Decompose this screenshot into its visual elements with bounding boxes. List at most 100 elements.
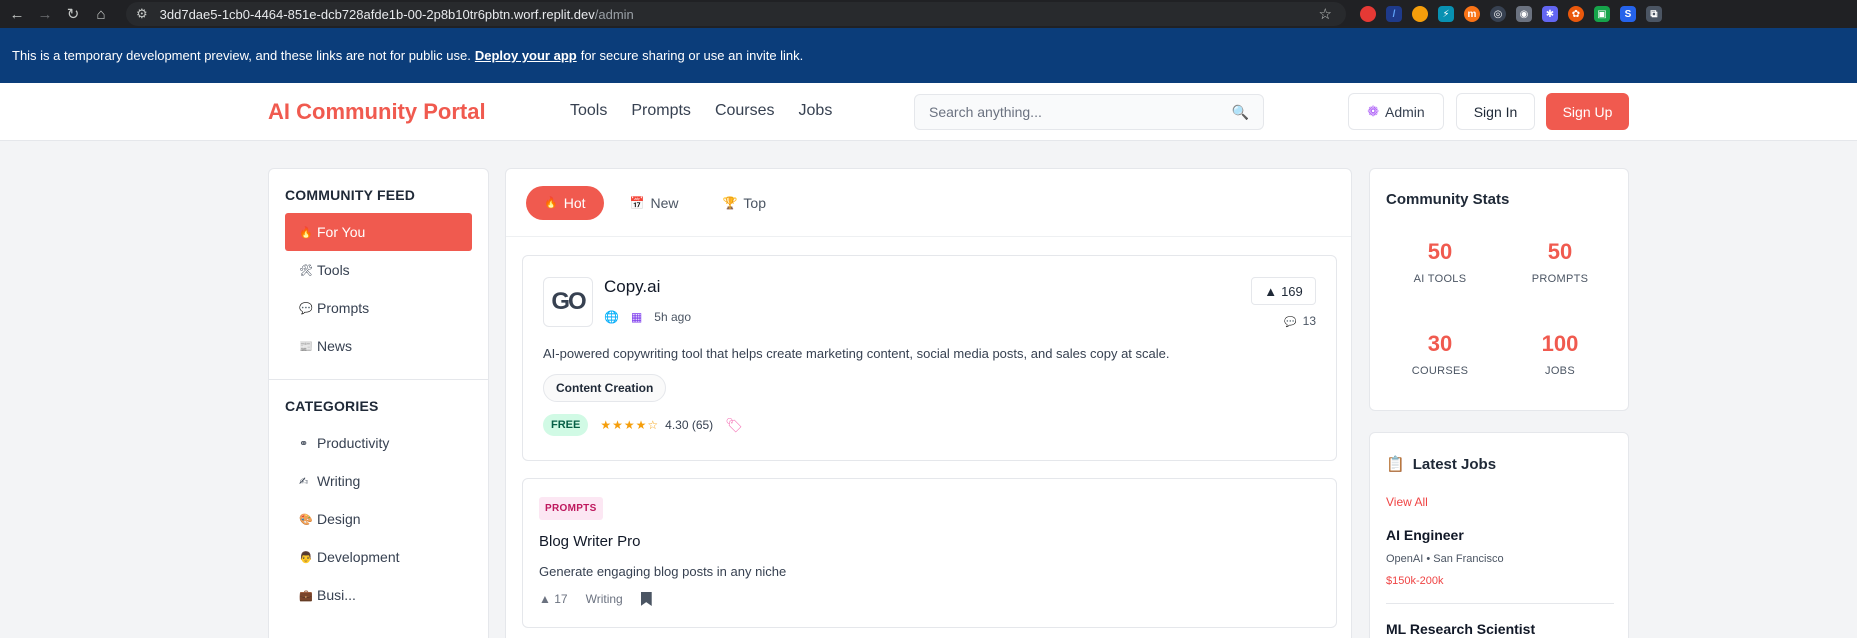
home-icon[interactable]: ⌂ xyxy=(90,3,112,25)
category-label: Busi... xyxy=(317,587,356,603)
category-writing[interactable]: ✍ Writing xyxy=(285,462,472,500)
rating-value: 4.30 (65) xyxy=(665,418,714,432)
extension-pokeball-icon[interactable] xyxy=(1360,6,1376,22)
categories-heading: CATEGORIES xyxy=(285,398,379,414)
prompt-card[interactable]: PROMPTS Blog Writer Pro Generate engagin… xyxy=(522,478,1337,628)
extension-openai-icon[interactable]: ◎ xyxy=(1490,6,1506,22)
prompt-footer: ▲ 17 Writing xyxy=(539,592,652,606)
job-item[interactable]: ML Research Scientist xyxy=(1386,621,1614,637)
tool-tag[interactable]: Content Creation xyxy=(543,374,667,402)
upvote-arrow-icon: ▲ xyxy=(539,592,551,606)
jobs-heading: 📋 Latest Jobs xyxy=(1386,455,1497,474)
sidebar-item-label: Tools xyxy=(317,262,350,278)
book-icon[interactable]: ▦ xyxy=(631,310,642,324)
category-business[interactable]: 💼 Busi... xyxy=(285,576,472,614)
tab-top[interactable]: 🏆 Top xyxy=(704,186,784,220)
extension-moon-icon[interactable] xyxy=(1412,6,1428,22)
stat-value: 100 xyxy=(1541,331,1579,356)
stat-label: JOBS xyxy=(1545,365,1575,377)
stat-jobs: 100 JOBS xyxy=(1510,331,1610,377)
comment-icon: 💬 xyxy=(1284,317,1297,328)
search-icon[interactable]: 🔍 xyxy=(1232,104,1249,121)
job-title: ML Research Scientist xyxy=(1386,621,1536,637)
extension-flower-icon[interactable]: ✿ xyxy=(1568,6,1584,22)
speech-bubble-icon: 💬 xyxy=(299,302,313,315)
extension-feather-icon[interactable]: / xyxy=(1386,6,1402,22)
sidebar-item-prompts[interactable]: 💬 Prompts xyxy=(285,289,472,327)
tool-time: 5h ago xyxy=(654,310,691,324)
feed-panel: 🔥 Hot 📅 New 🏆 Top GO Copy.ai 🌐 ▦ 5h ago … xyxy=(505,168,1352,638)
extension-gear-icon[interactable]: ✱ xyxy=(1542,6,1558,22)
nav-prompts[interactable]: Prompts xyxy=(631,102,691,120)
bookmark-star-icon[interactable]: ☆ xyxy=(1319,5,1332,23)
sign-in-button[interactable]: Sign In xyxy=(1456,93,1535,130)
job-item[interactable]: AI Engineer OpenAI • San Francisco $150k… xyxy=(1386,527,1614,587)
site-logo[interactable]: AI Community Portal xyxy=(268,99,486,125)
back-icon[interactable]: ← xyxy=(6,3,28,25)
newspaper-icon: 📰 xyxy=(299,340,313,353)
forward-icon[interactable]: → xyxy=(34,3,56,25)
tab-hot[interactable]: 🔥 Hot xyxy=(526,185,604,220)
category-label: Writing xyxy=(317,473,361,489)
reload-icon[interactable]: ↻ xyxy=(62,3,84,25)
extensions-puzzle-icon[interactable]: ⧉ xyxy=(1646,6,1662,22)
view-all-jobs-link[interactable]: View All xyxy=(1386,495,1428,509)
bone-icon: ⚭ xyxy=(299,437,309,450)
job-salary: $150k-200k xyxy=(1386,575,1444,587)
sidebar-item-news[interactable]: 📰 News xyxy=(285,327,472,365)
nav-courses[interactable]: Courses xyxy=(715,102,775,120)
upvote-arrow-icon: ▲ xyxy=(1264,283,1278,299)
category-label: Productivity xyxy=(317,435,390,451)
prompt-title[interactable]: Blog Writer Pro xyxy=(539,533,640,550)
category-design[interactable]: 🎨 Design xyxy=(285,500,472,538)
left-sidebar: COMMUNITY FEED 🔥 For You 🛠 Tools 💬 Promp… xyxy=(268,168,489,638)
site-settings-icon[interactable]: ⚙ xyxy=(136,6,148,22)
developer-icon: 👨 xyxy=(299,551,313,564)
extensions-bar: / ⚡ m ◎ ◉ ✱ ✿ ▣ S ⧉ xyxy=(1360,6,1662,22)
bookmark-icon[interactable] xyxy=(640,592,652,606)
tool-logo: GO xyxy=(543,277,593,327)
nav-jobs[interactable]: Jobs xyxy=(799,102,833,120)
browser-toolbar: ← → ↻ ⌂ ⚙ 3dd7dae5-1cb0-4464-851e-dcb728… xyxy=(0,0,1857,28)
tab-new[interactable]: 📅 New xyxy=(612,186,697,220)
category-development[interactable]: 👨 Development xyxy=(285,538,472,576)
sidebar-item-for-you[interactable]: 🔥 For You xyxy=(285,213,472,251)
category-productivity[interactable]: ⚭ Productivity xyxy=(285,424,472,462)
extension-bolt-icon[interactable]: ⚡ xyxy=(1438,6,1454,22)
search-input[interactable] xyxy=(929,104,1232,120)
extension-camera-icon[interactable]: ◉ xyxy=(1516,6,1532,22)
tool-name[interactable]: Copy.ai xyxy=(604,277,660,297)
tool-footer: FREE ★★★★☆ 4.30 (65) 🏷 xyxy=(543,414,743,436)
globe-icon[interactable]: 🌐 xyxy=(604,310,619,324)
stat-value: 50 xyxy=(1547,239,1573,264)
tab-label: New xyxy=(650,194,679,211)
feed-tabs: 🔥 Hot 📅 New 🏆 Top xyxy=(506,169,1351,237)
stat-value: 30 xyxy=(1427,331,1453,356)
sidebar-item-tools[interactable]: 🛠 Tools xyxy=(285,251,472,289)
stat-value: 50 xyxy=(1427,239,1453,264)
fire-icon: 🔥 xyxy=(544,197,558,209)
stats-title: Community Stats xyxy=(1386,191,1510,208)
tool-card[interactable]: GO Copy.ai 🌐 ▦ 5h ago ▲ 169 💬 13 AI-power… xyxy=(522,255,1337,461)
category-label: Development xyxy=(317,549,400,565)
extension-crop-icon[interactable]: ▣ xyxy=(1594,6,1610,22)
extension-m-icon[interactable]: m xyxy=(1464,6,1480,22)
site-header: AI Community Portal Tools Prompts Course… xyxy=(0,83,1857,141)
address-bar[interactable]: ⚙ 3dd7dae5-1cb0-4464-851e-dcb728afde1b-0… xyxy=(126,2,1346,26)
jobs-title: Latest Jobs xyxy=(1412,455,1497,473)
vote-count: 169 xyxy=(1281,283,1303,299)
banner-text: This is a temporary development preview,… xyxy=(12,48,471,63)
extension-s-icon[interactable]: S xyxy=(1620,6,1636,22)
upvote-button[interactable]: ▲ 169 xyxy=(1251,277,1316,305)
writing-hand-icon: ✍ xyxy=(299,475,309,488)
url-path: /admin xyxy=(594,6,634,22)
comment-count[interactable]: 💬 13 xyxy=(1284,314,1316,328)
price-tag-icon[interactable]: 🏷 xyxy=(725,417,743,434)
admin-button[interactable]: ❁ Admin xyxy=(1348,93,1444,130)
deploy-link[interactable]: Deploy your app xyxy=(475,48,577,63)
sign-up-button[interactable]: Sign Up xyxy=(1546,93,1629,130)
briefcase-icon: 💼 xyxy=(299,589,313,602)
nav-tools[interactable]: Tools xyxy=(570,102,607,120)
prompt-votes[interactable]: ▲ 17 xyxy=(539,592,568,606)
rating-stars: ★★★★☆ xyxy=(600,418,660,432)
